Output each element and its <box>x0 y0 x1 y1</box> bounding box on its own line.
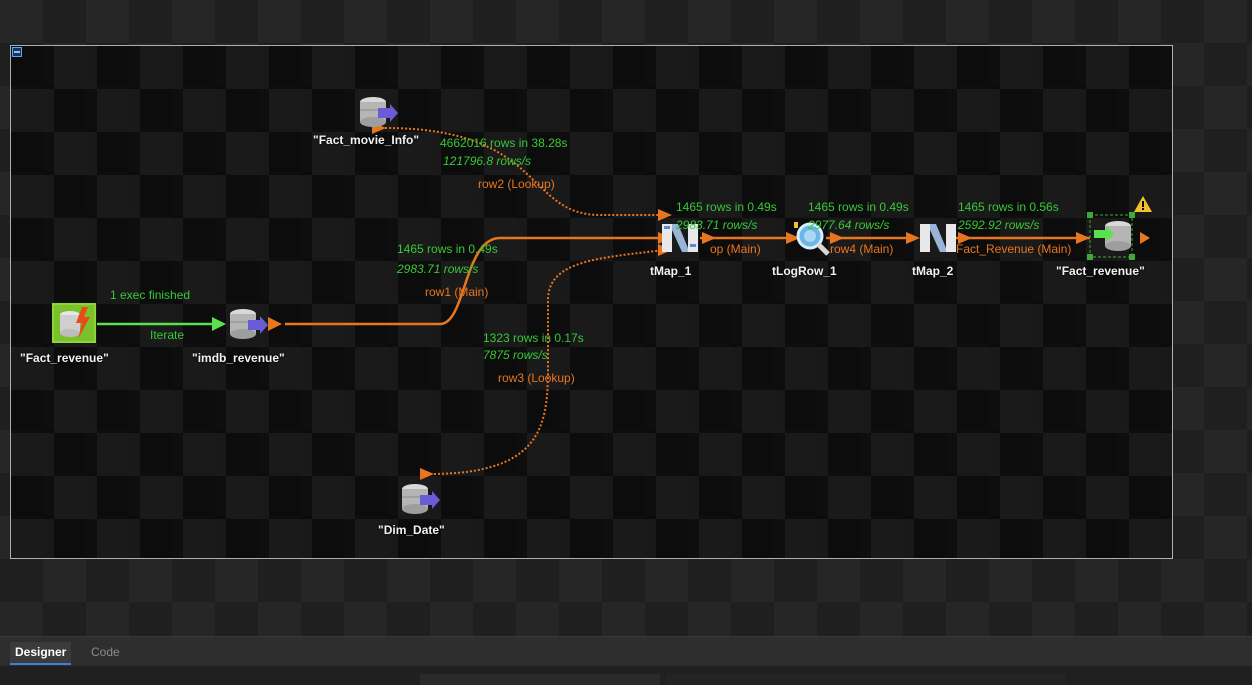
tlogrow-1-label: tLogRow_1 <box>772 264 837 278</box>
fact-movie-info-label: "Fact_movie_Info" <box>313 133 420 147</box>
editor-tab-bar: Designer Code <box>0 636 1252 667</box>
row4-rate: 2977.64 rows/s <box>808 218 890 232</box>
imdb-revenue-label: "imdb_revenue" <box>192 351 285 365</box>
iterate-source-icon <box>52 303 96 343</box>
row3-label[interactable]: row3 (Lookup) <box>498 371 575 385</box>
row1-rate: 2983.71 rows/s <box>397 262 479 276</box>
row3-rate: 7875 rows/s <box>483 348 548 362</box>
row4-label[interactable]: row4 (Main) <box>830 242 893 256</box>
tmap-icon <box>920 224 956 252</box>
fact-revenue-link-label[interactable]: Fact_Revenue (Main) <box>956 242 1071 256</box>
tmap-2-label: tMap_2 <box>912 264 954 278</box>
connection-layer <box>97 122 1150 480</box>
row4-stats: 1465 rows in 0.49s <box>808 200 909 214</box>
fact-movie-info-component[interactable] <box>358 96 398 135</box>
op-main-label[interactable]: op (Main) <box>710 242 761 256</box>
tab-code[interactable]: Code <box>86 642 125 663</box>
row3-stats: 1323 rows in 0.17s <box>483 331 584 345</box>
fact-revenue-link-stats: 1465 rows in 0.56s <box>958 200 1059 214</box>
database-input-icon <box>360 97 398 127</box>
database-input-icon <box>230 309 268 339</box>
row1-label[interactable]: row1 (Main) <box>425 285 488 299</box>
fact-revenue-input-component[interactable] <box>52 303 96 343</box>
fact-revenue-input-label: "Fact_revenue" <box>20 351 109 365</box>
fact-revenue-output-label: "Fact_revenue" <box>1056 264 1145 278</box>
row2-rate: 121796.8 rows/s <box>443 154 532 168</box>
imdb-revenue-component[interactable] <box>228 308 268 347</box>
iterate-arrow-icon <box>212 317 226 331</box>
row2-label[interactable]: row2 (Lookup) <box>478 177 555 191</box>
iterate-status-text: 1 exec finished <box>110 288 191 302</box>
dim-date-label: "Dim_Date" <box>378 523 445 537</box>
row2-stats: 4662016 rows in 38.28s <box>440 136 568 150</box>
tmap-1-label: tMap_1 <box>650 264 692 278</box>
bottom-panel-tab[interactable] <box>666 674 1066 685</box>
warning-icon[interactable] <box>1134 196 1152 217</box>
fact-revenue-link-rate: 2592.92 rows/s <box>958 218 1040 232</box>
bottom-panel-tab[interactable] <box>420 674 660 685</box>
row1-stats: 1465 rows in 0.49s <box>397 242 498 256</box>
tmap-2-component[interactable] <box>918 220 958 259</box>
fact-revenue-output-component[interactable] <box>1094 220 1134 259</box>
database-input-icon <box>402 484 440 514</box>
bottom-panel-header <box>0 666 1252 685</box>
tab-designer[interactable]: Designer <box>10 642 72 665</box>
connector-markers <box>268 122 1150 480</box>
op-main-stats: 1465 rows in 0.49s <box>676 200 777 214</box>
database-output-icon <box>1094 221 1131 251</box>
op-main-rate: 2983.71 rows/s <box>676 218 758 232</box>
dim-date-component[interactable] <box>400 483 440 522</box>
iterate-link-label[interactable]: Iterate <box>150 328 184 342</box>
